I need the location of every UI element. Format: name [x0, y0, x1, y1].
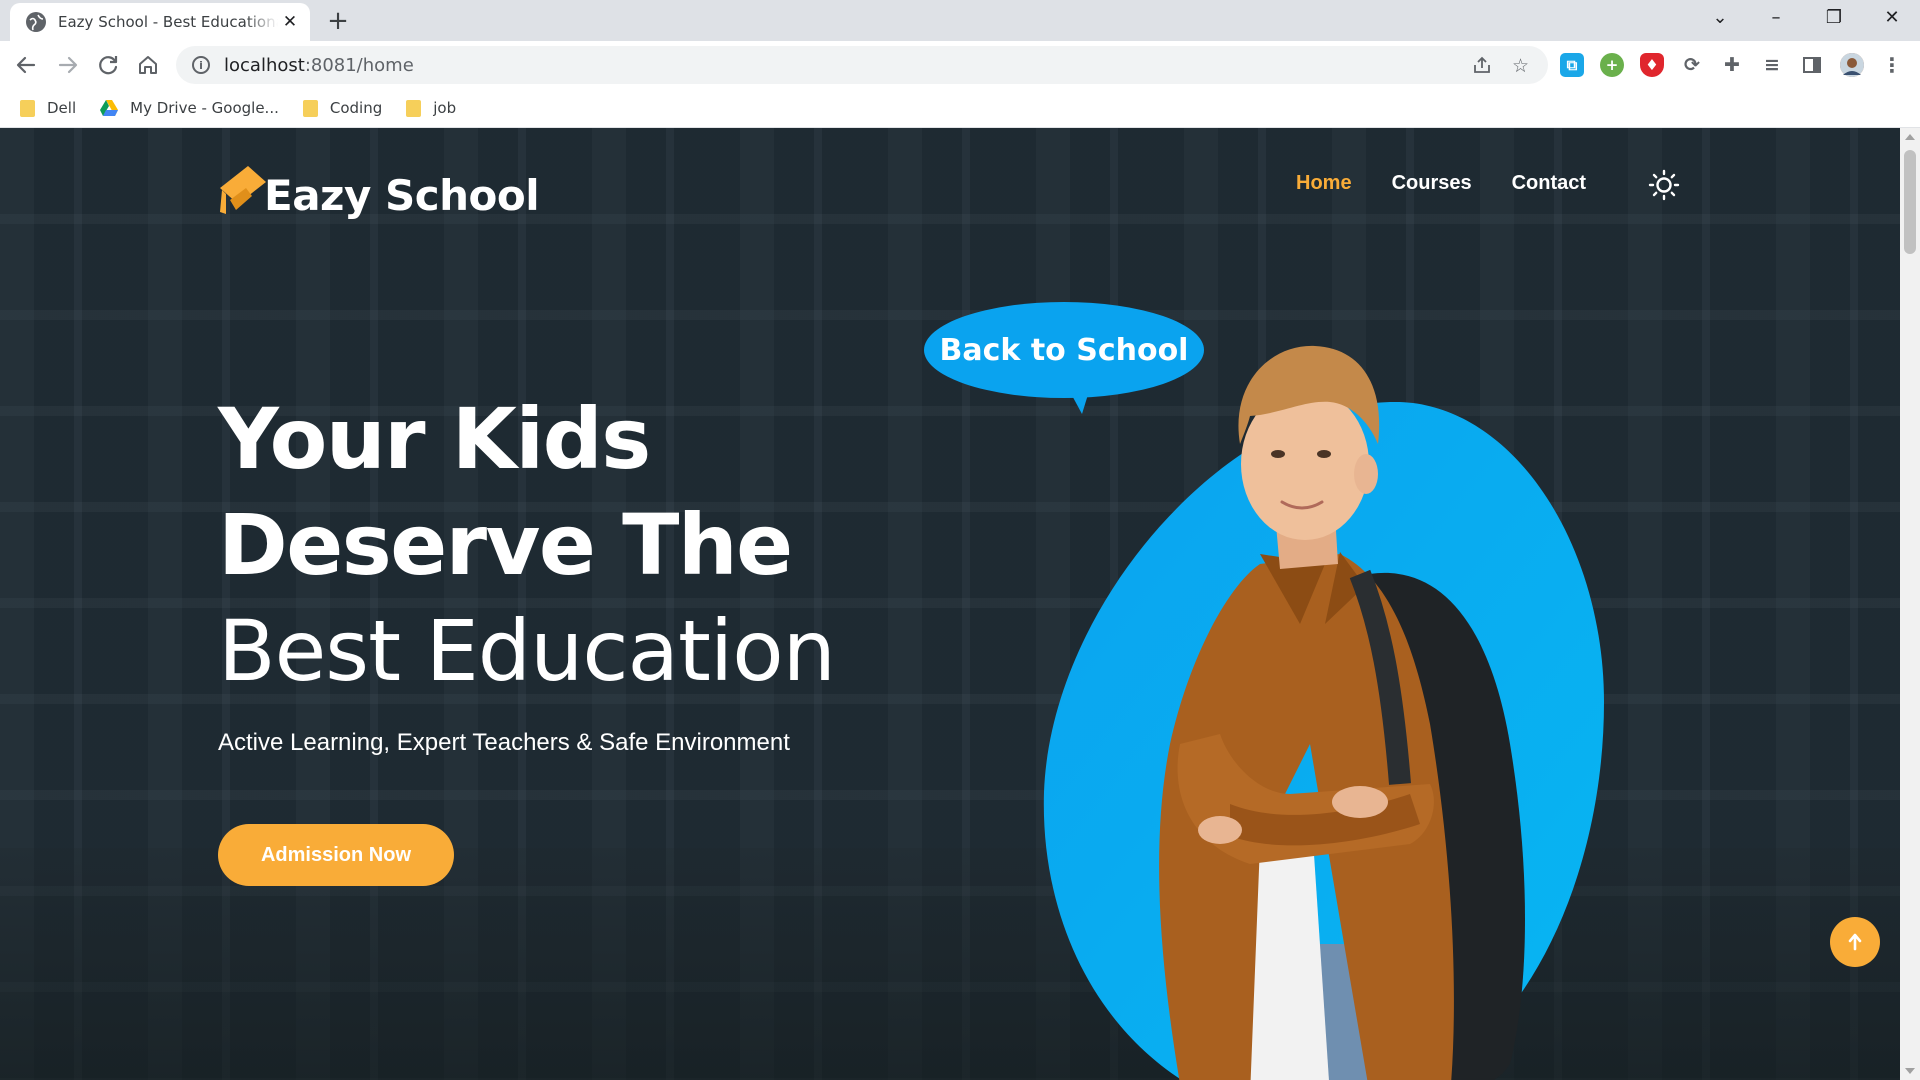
scroll-down-arrow-icon[interactable]	[1905, 1068, 1915, 1074]
scroll-to-top-button[interactable]	[1830, 917, 1880, 967]
extension-translate-icon[interactable]: ⧉	[1560, 53, 1584, 77]
share-icon[interactable]	[1472, 55, 1492, 80]
window-close-icon[interactable]: ✕	[1864, 0, 1920, 38]
url-text: localhost:8081/home	[224, 54, 414, 76]
folder-icon	[20, 99, 35, 117]
speech-bubble-tail	[1068, 388, 1090, 414]
hero-section: Eazy School Home Courses Contact Your Ki…	[0, 128, 1900, 1080]
info-icon[interactable]: i	[192, 56, 210, 74]
browser-tab[interactable]: Eazy School - Best Educational Institute…	[10, 3, 310, 41]
reload-icon[interactable]	[92, 49, 124, 81]
extension-shield-icon[interactable]: ♦	[1640, 53, 1664, 77]
nav-courses[interactable]: Courses	[1392, 172, 1472, 195]
folder-icon	[302, 99, 318, 117]
bookmark-coding[interactable]: Coding	[302, 99, 382, 117]
brand-name: Eazy School	[264, 171, 540, 220]
bookmark-star-icon[interactable]: ☆	[1512, 55, 1529, 77]
arrow-up-icon	[1848, 933, 1862, 951]
nav-home[interactable]: Home	[1296, 172, 1352, 195]
browser-toolbar: i localhost:8081/home ☆ ⧉ + ♦ ⟳ ✚ ≡ ⋮	[0, 41, 1920, 89]
menu-kebab-icon[interactable]: ⋮	[1880, 53, 1904, 77]
nav-contact[interactable]: Contact	[1512, 172, 1586, 195]
back-icon[interactable]	[10, 49, 42, 81]
hero-title-line-1: Your Kids	[218, 390, 651, 488]
tab-title: Eazy School - Best Educational Institute	[58, 13, 278, 31]
scrollbar-thumb[interactable]	[1904, 150, 1916, 254]
admission-now-button[interactable]: Admission Now	[218, 824, 454, 886]
scroll-up-arrow-icon[interactable]	[1905, 134, 1915, 140]
browser-tabstrip: Eazy School - Best Educational Institute…	[0, 0, 1920, 41]
graduation-cap-icon	[220, 166, 266, 214]
hero-subtitle: Active Learning, Expert Teachers & Safe …	[218, 729, 790, 756]
hero-title-line-3: Best Education	[218, 602, 836, 700]
site-logo[interactable]: Eazy School	[218, 162, 540, 220]
new-tab-button[interactable]: +	[322, 6, 354, 38]
minimize-icon[interactable]: –	[1748, 0, 1804, 38]
folder-icon	[406, 99, 422, 117]
address-bar[interactable]: i localhost:8081/home ☆	[176, 46, 1548, 84]
student-boy-image	[1159, 345, 1525, 1080]
hero-title-line-2: Deserve The	[218, 496, 793, 594]
forward-icon[interactable]	[52, 49, 84, 81]
extensions-puzzle-icon[interactable]: ✚	[1720, 53, 1744, 77]
google-drive-icon	[100, 100, 119, 116]
bookmark-my-drive[interactable]: My Drive - Google...	[100, 99, 279, 117]
close-icon[interactable]: ✕	[280, 12, 300, 32]
bookmark-job[interactable]: job	[406, 99, 456, 117]
page-scrollbar[interactable]	[1900, 128, 1920, 1080]
reading-list-icon[interactable]: ≡	[1760, 53, 1784, 77]
extension-plus-icon[interactable]: +	[1600, 53, 1624, 77]
bookmark-dell[interactable]: Dell	[20, 99, 76, 117]
tab-search-icon[interactable]: ⌄	[1692, 0, 1748, 38]
home-icon[interactable]	[132, 49, 164, 81]
extension-sync-icon[interactable]: ⟳	[1680, 53, 1704, 77]
sun-icon[interactable]	[1648, 169, 1680, 201]
bookmarks-bar: Dell My Drive - Google... Coding job	[0, 89, 1920, 128]
main-nav: Home Courses Contact	[1296, 172, 1586, 195]
side-panel-icon[interactable]	[1800, 53, 1824, 77]
globe-icon	[26, 12, 46, 32]
profile-avatar[interactable]	[1840, 53, 1864, 77]
restore-icon[interactable]: ❐	[1806, 0, 1862, 38]
